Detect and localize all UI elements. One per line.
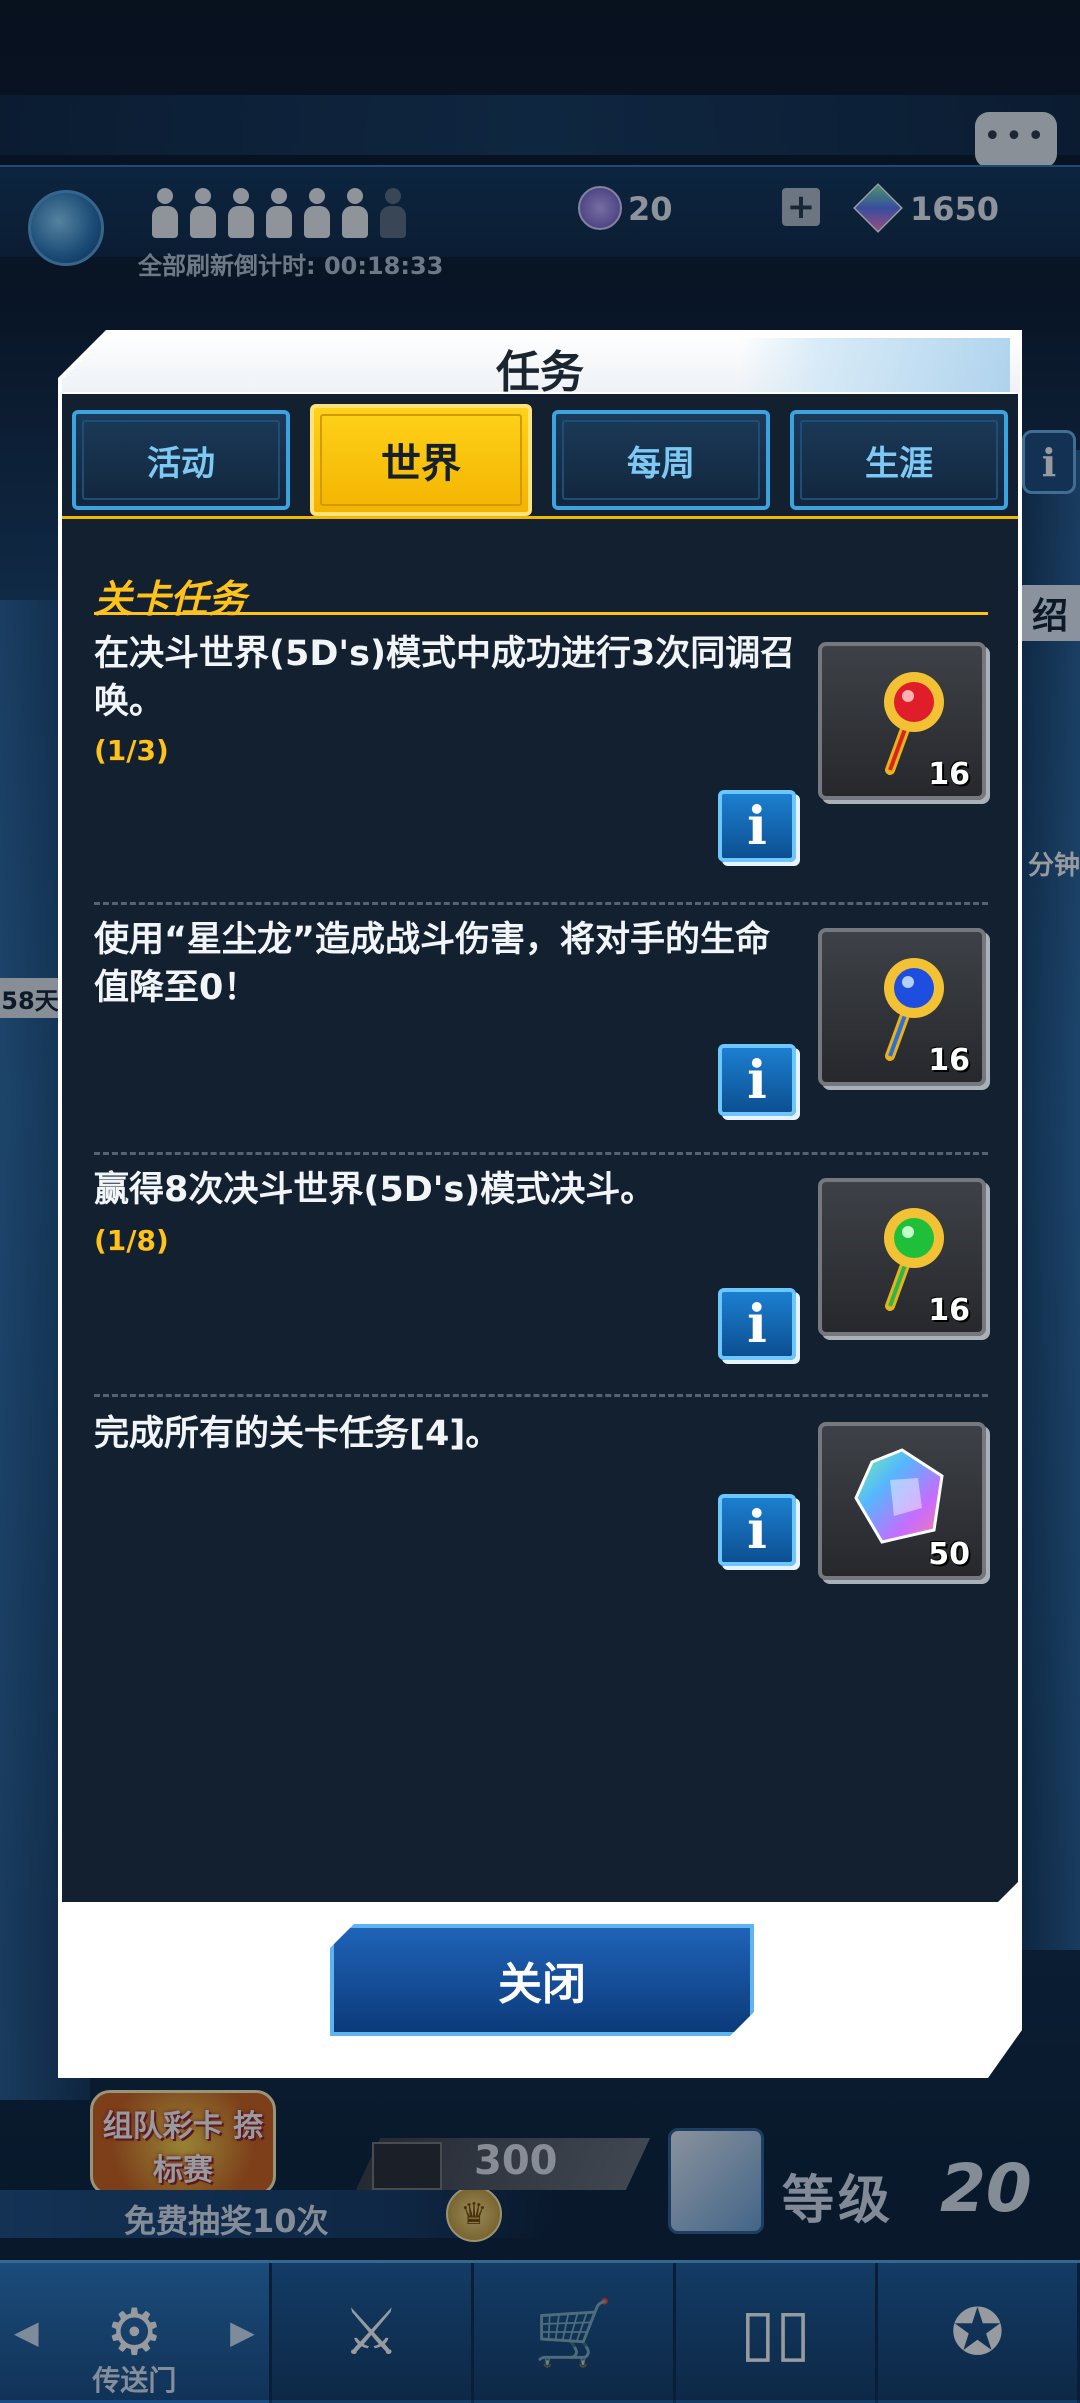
mission-progress: (1/3) [94, 734, 169, 767]
tab-event[interactable]: 活动 [72, 410, 290, 510]
mission-text: 赢得8次决斗世界(5D's)模式决斗。 [94, 1170, 656, 1210]
reward-count: 50 [928, 1537, 970, 1572]
close-button[interactable]: 关闭 [330, 1924, 754, 2036]
mission-item: 完成所有的关卡任务[4]。 i 50 [94, 1410, 988, 1610]
reward-count: 16 [928, 1293, 970, 1328]
reward-slot[interactable]: 16 [818, 928, 986, 1086]
mission-info-button[interactable]: i [718, 1288, 796, 1360]
reward-count: 16 [928, 1043, 970, 1078]
tab-divider [62, 516, 1018, 519]
reward-slot[interactable]: 50 [818, 1422, 986, 1580]
mission-text: 在决斗世界(5D's)模式中成功进行3次同调召唤。 [94, 634, 796, 722]
mission-item: 使用“星尘龙”造成战斗伤害，将对手的生命值降至0！ i 16 [94, 916, 988, 1136]
reward-count: 16 [928, 757, 970, 792]
reward-slot[interactable]: 16 [818, 642, 986, 800]
section-underline [94, 612, 988, 615]
reward-slot[interactable]: 16 [818, 1178, 986, 1336]
mission-text: 使用“星尘龙”造成战斗伤害，将对手的生命值降至0！ [94, 920, 771, 1008]
mission-text: 完成所有的关卡任务[4]。 [94, 1414, 501, 1454]
mission-item: 在决斗世界(5D's)模式中成功进行3次同调召唤。 (1/3) i 16 [94, 630, 988, 880]
mission-progress: (1/8) [94, 1224, 169, 1257]
mission-separator [94, 902, 988, 905]
mission-info-button[interactable]: i [718, 1044, 796, 1116]
tab-world[interactable]: 世界 [310, 404, 532, 516]
dialog-title: 任务 [496, 347, 584, 398]
mission-info-button[interactable]: i [718, 790, 796, 862]
tab-career[interactable]: 生涯 [790, 410, 1008, 510]
mission-item: 赢得8次决斗世界(5D's)模式决斗。 (1/8) i 16 [94, 1166, 988, 1386]
mission-separator [94, 1394, 988, 1397]
mission-separator [94, 1152, 988, 1155]
tab-weekly[interactable]: 每周 [552, 410, 770, 510]
mission-info-button[interactable]: i [718, 1494, 796, 1566]
